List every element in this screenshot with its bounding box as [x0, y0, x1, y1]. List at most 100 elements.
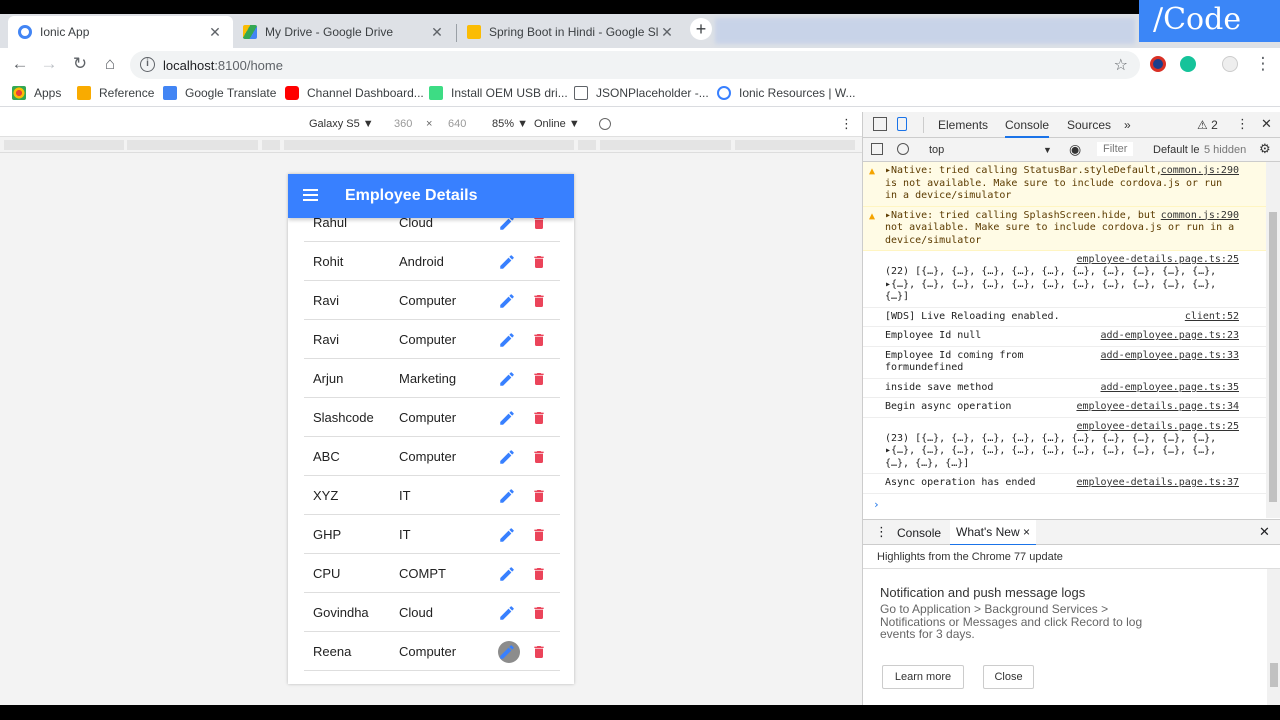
clear-console-icon[interactable] [897, 143, 909, 155]
bookmark-jsonplaceholder[interactable]: JSONPlaceholder -... [574, 86, 709, 100]
context-select[interactable]: top [929, 144, 944, 156]
source-link[interactable]: employee-details.page.ts:25 [1076, 421, 1239, 434]
scrollbar-thumb[interactable] [1270, 663, 1278, 687]
delete-trash-icon[interactable] [531, 292, 547, 310]
ruler-segment[interactable] [4, 140, 124, 150]
edit-pencil-icon[interactable] [498, 370, 516, 388]
edit-pencil-icon[interactable] [498, 448, 516, 466]
drawer-tab-whats-new[interactable]: What's New × [950, 520, 1036, 546]
chrome-menu-icon[interactable]: ⋮ [1252, 54, 1274, 76]
ruler-segment[interactable] [600, 140, 731, 150]
close-button[interactable]: Close [983, 665, 1034, 689]
close-tab-icon[interactable]: ✕ [429, 24, 445, 41]
ruler-segment[interactable] [735, 140, 855, 150]
bookmark-channel-dashboard[interactable]: Channel Dashboard... [285, 86, 424, 100]
network-throttle-select[interactable]: Online ▼ [534, 118, 580, 130]
reload-icon[interactable]: ↻ [69, 54, 91, 76]
tab-console[interactable]: Console [1005, 118, 1050, 138]
edit-pencil-icon[interactable] [498, 565, 516, 583]
filter-input[interactable]: Filter [1097, 142, 1134, 156]
edit-pencil-icon[interactable] [498, 409, 516, 427]
delete-trash-icon[interactable] [531, 409, 547, 427]
delete-trash-icon[interactable] [531, 331, 547, 349]
device-width-input[interactable]: 360 [394, 118, 412, 130]
delete-trash-icon[interactable] [531, 487, 547, 505]
source-link[interactable]: add-employee.page.ts:33 [1101, 350, 1239, 363]
back-arrow-icon[interactable]: ← [9, 54, 31, 76]
profile-avatar[interactable] [1222, 56, 1238, 72]
tab-elements[interactable]: Elements [938, 118, 988, 132]
device-height-input[interactable]: 640 [448, 118, 466, 130]
bookmark-google-translate[interactable]: Google Translate [163, 86, 276, 100]
source-link[interactable]: common.js:290 [1160, 209, 1239, 222]
tab-google-drive[interactable]: My Drive - Google Drive ✕ [233, 16, 455, 48]
source-link[interactable]: employee-details.page.ts:25 [1076, 254, 1239, 267]
close-drawer-icon[interactable]: ✕ [1259, 524, 1270, 540]
device-options-icon[interactable]: ⋮ [840, 116, 853, 132]
delete-trash-icon[interactable] [531, 526, 547, 544]
source-link[interactable]: client:52 [1185, 311, 1239, 324]
delete-trash-icon[interactable] [531, 565, 547, 583]
bookmark-apps[interactable]: Apps [12, 86, 61, 100]
zoom-select[interactable]: 85% ▼ [492, 118, 528, 130]
source-link[interactable]: add-employee.page.ts:23 [1101, 330, 1239, 343]
tab-ionic-app[interactable]: Ionic App ✕ [8, 16, 233, 48]
learn-more-button[interactable]: Learn more [882, 665, 964, 689]
info-icon[interactable]: i [140, 57, 155, 72]
delete-trash-icon[interactable] [531, 370, 547, 388]
device-select[interactable]: Galaxy S5 ▼ [309, 118, 374, 130]
tab-sources[interactable]: Sources [1067, 118, 1111, 132]
source-link[interactable]: employee-details.page.ts:34 [1076, 401, 1239, 414]
rotate-disable-icon[interactable] [599, 118, 611, 130]
sidebar-toggle-icon[interactable] [871, 143, 883, 155]
more-tabs-icon[interactable]: » [1124, 118, 1131, 132]
close-devtools-icon[interactable]: ✕ [1261, 116, 1272, 132]
grammarly-icon[interactable] [1180, 56, 1196, 72]
bookmark-star-icon[interactable]: ☆ [1114, 55, 1128, 75]
devtools-menu-icon[interactable]: ⋮ [1236, 116, 1249, 132]
ruler-segment[interactable] [262, 140, 280, 150]
gear-icon[interactable]: ⚙ [1259, 141, 1271, 157]
edit-pencil-icon[interactable] [498, 253, 516, 271]
extension-icon[interactable] [1150, 56, 1166, 72]
eye-icon[interactable]: ◉ [1069, 141, 1081, 158]
ruler-segment[interactable] [284, 140, 574, 150]
scrollbar-thumb[interactable] [1269, 212, 1277, 502]
menu-icon[interactable] [303, 189, 318, 201]
edit-pencil-icon[interactable] [498, 526, 516, 544]
bookmark-ionic-resources[interactable]: Ionic Resources | W... [717, 86, 856, 100]
inspect-element-icon[interactable] [873, 117, 887, 131]
console-scrollbar[interactable] [1266, 162, 1280, 518]
ruler-segment[interactable] [578, 140, 596, 150]
whats-new-scrollbar[interactable] [1267, 569, 1280, 705]
source-link[interactable]: employee-details.page.ts:37 [1076, 477, 1239, 490]
address-bar[interactable]: i localhost:8100/home ☆ [130, 51, 1140, 79]
delete-trash-icon[interactable] [531, 643, 547, 661]
edit-pencil-icon[interactable] [498, 604, 516, 622]
console-prompt[interactable]: › [863, 494, 1267, 515]
delete-trash-icon[interactable] [531, 604, 547, 622]
bookmark-reference[interactable]: Reference [77, 86, 154, 100]
tab-google-slides[interactable]: Spring Boot in Hindi - Google Sli ✕ [457, 16, 685, 48]
drawer-menu-icon[interactable]: ⋮ [875, 524, 888, 540]
log-levels-select[interactable]: Default le [1153, 144, 1199, 156]
source-link[interactable]: common.js:290 [1160, 165, 1239, 178]
edit-pencil-icon[interactable] [498, 487, 516, 505]
new-tab-button[interactable]: + [690, 18, 712, 40]
warning-count-badge[interactable]: ⚠ 2 [1197, 118, 1218, 132]
forward-arrow-icon[interactable]: → [38, 54, 60, 76]
close-tab-icon[interactable]: ✕ [207, 24, 223, 41]
edit-pencil-icon[interactable] [498, 643, 516, 661]
home-icon[interactable]: ⌂ [99, 54, 121, 76]
edit-pencil-icon[interactable] [498, 292, 516, 310]
close-tab-icon[interactable]: ✕ [659, 24, 675, 41]
edit-pencil-icon[interactable] [498, 331, 516, 349]
bookmark-oem-usb[interactable]: Install OEM USB dri... [429, 86, 568, 100]
url-text[interactable]: localhost:8100/home [163, 58, 283, 73]
ruler-segment[interactable] [127, 140, 258, 150]
drawer-tab-console[interactable]: Console [897, 526, 941, 540]
delete-trash-icon[interactable] [531, 448, 547, 466]
device-toggle-icon[interactable] [897, 117, 907, 131]
source-link[interactable]: add-employee.page.ts:35 [1101, 382, 1239, 395]
delete-trash-icon[interactable] [531, 253, 547, 271]
